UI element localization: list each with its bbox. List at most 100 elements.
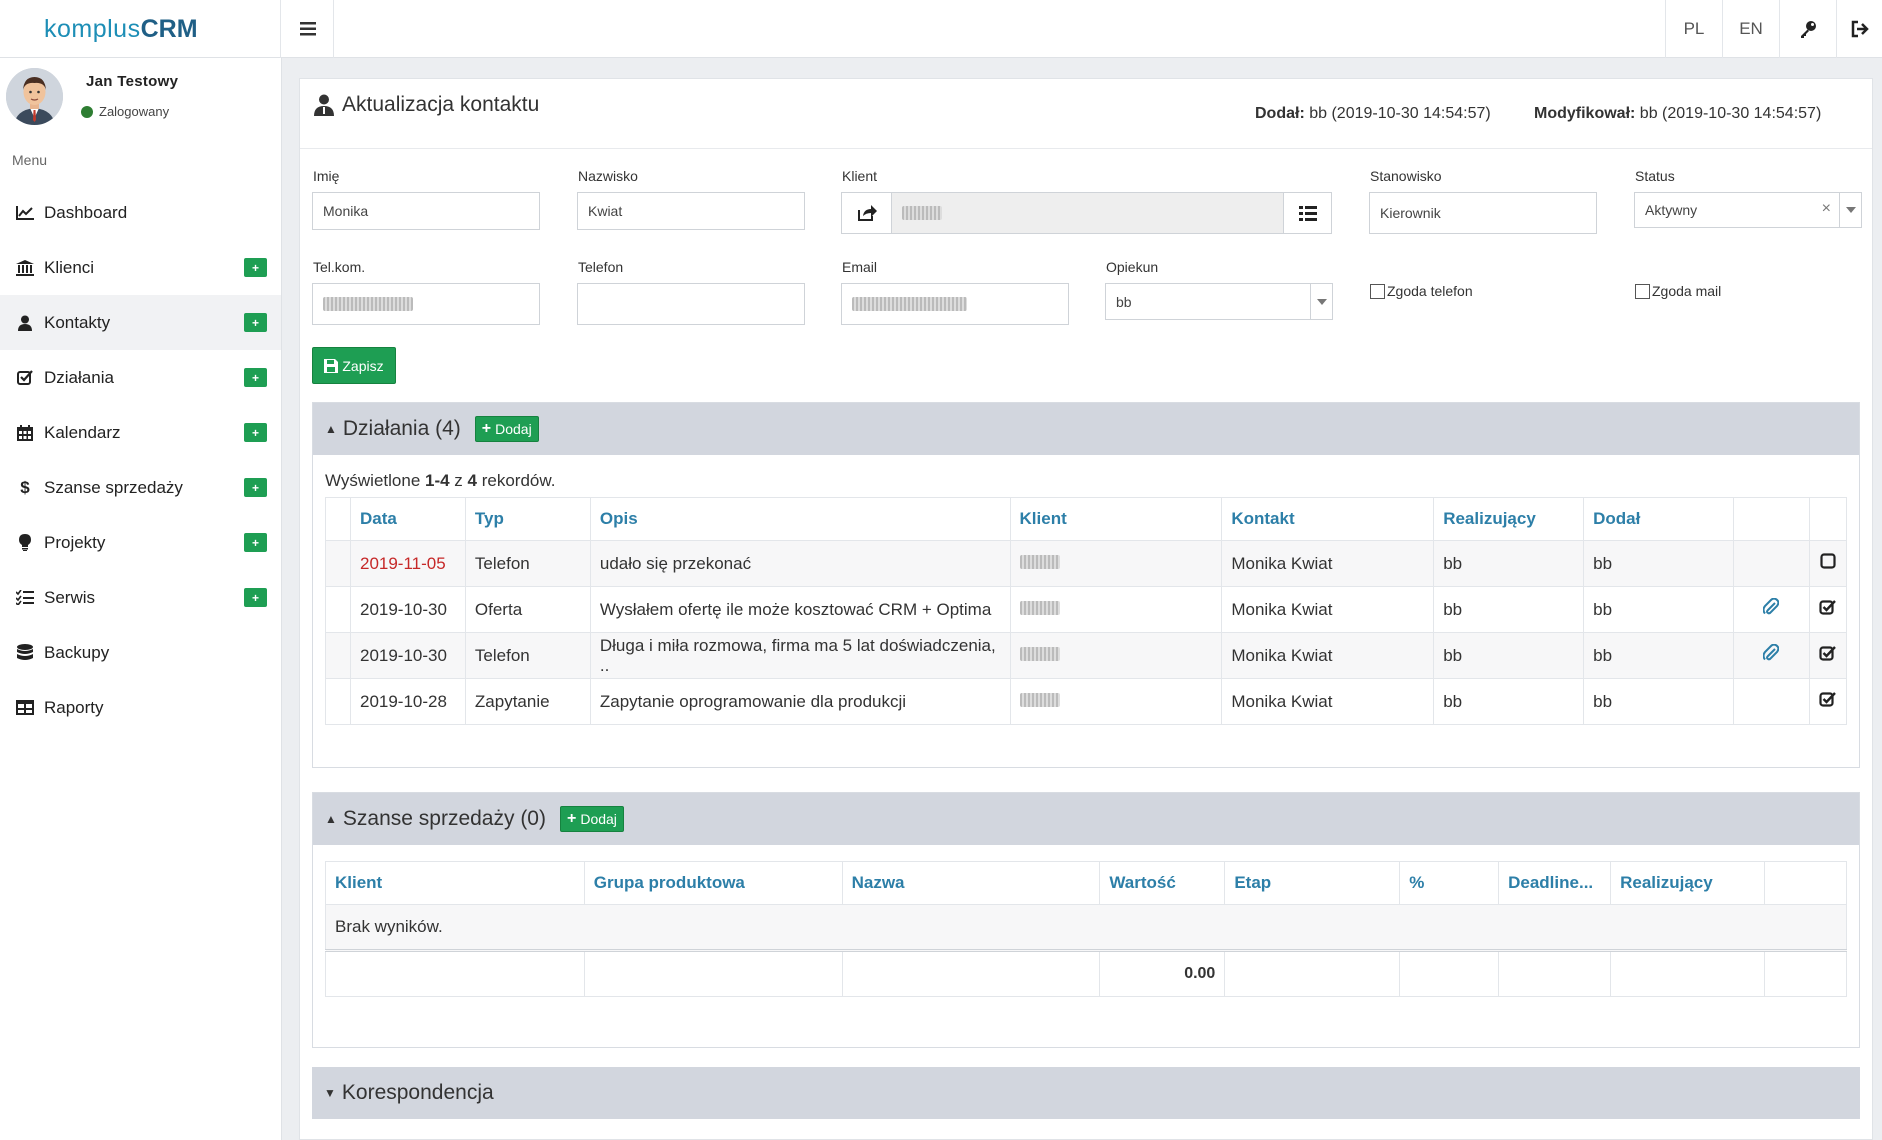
col-etap[interactable]: Etap (1224, 861, 1401, 905)
korespondencja-header[interactable]: ▼ Korespondencja (312, 1067, 1860, 1119)
add-dzialanie-button[interactable]: + Dodaj (474, 416, 539, 442)
add-kontakt-button[interactable]: + (244, 313, 267, 332)
total-value: 0.00 (1099, 950, 1226, 997)
logout-button[interactable] (1836, 0, 1882, 58)
plus-icon: + (481, 420, 492, 437)
add-klient-button[interactable]: + (244, 258, 267, 277)
col-klient[interactable]: Klient (325, 861, 585, 905)
add-serwis-button[interactable]: + (244, 588, 267, 607)
klient-field (891, 192, 1284, 234)
avatar (6, 68, 63, 125)
col-opis[interactable]: Opis (589, 497, 1011, 541)
add-szansa-button[interactable]: + (244, 478, 267, 497)
page-title: Aktualizacja kontaktu (314, 93, 539, 117)
sidebar-item-klienci[interactable]: Klienci + (0, 240, 281, 295)
dzialania-section: ▲ Działania (4) + Dodaj Wyświetlone 1-4 z… (312, 402, 1860, 768)
sidebar-item-backupy[interactable]: Backupy (0, 625, 281, 680)
sidebar-item-projekty[interactable]: Projekty + (0, 515, 281, 570)
col-procent[interactable]: % (1399, 861, 1500, 905)
open-klient-button[interactable] (841, 192, 892, 234)
sidebar-item-szanse[interactable]: $ Szanse sprzedaży + (0, 460, 281, 515)
logout-icon (1851, 20, 1869, 38)
zgoda-mail-checkbox[interactable]: Zgoda mail (1635, 283, 1721, 299)
page-header: Aktualizacja kontaktu Dodał: bb (2019-10… (300, 79, 1872, 149)
select-klient-button[interactable] (1283, 192, 1332, 234)
mark-done-checkbox[interactable] (1808, 678, 1848, 725)
change-password-button[interactable] (1779, 0, 1836, 58)
user-status: Zalogowany (81, 104, 169, 119)
col-realizujacy[interactable]: Realizujący (1433, 497, 1585, 541)
lang-pl-button[interactable]: PL (1665, 0, 1722, 58)
table-row[interactable]: 2019-10-30 Oferta Wysłałem ofertę ile mo… (325, 586, 1848, 633)
korespondencja-section: ▼ Korespondencja (312, 1067, 1860, 1121)
hamburger-icon (299, 22, 316, 36)
mark-done-checkbox[interactable] (1808, 632, 1848, 679)
klient-label: Klient (842, 168, 878, 184)
opiekun-select[interactable]: bb (1105, 283, 1333, 320)
key-icon (1801, 21, 1816, 38)
imie-label: Imię (313, 168, 340, 184)
paperclip-icon (1762, 643, 1780, 661)
attachment-button[interactable] (1733, 632, 1810, 679)
sidebar-item-dzialania[interactable]: Działania + (0, 350, 281, 405)
attachment-button[interactable] (1733, 586, 1810, 633)
main-panel: Aktualizacja kontaktu Dodał: bb (2019-10… (299, 78, 1873, 1140)
add-projekt-button[interactable]: + (244, 533, 267, 552)
stanowisko-label: Stanowisko (1370, 168, 1442, 184)
stanowisko-field[interactable]: Kierownik (1369, 192, 1597, 234)
clear-icon[interactable]: × (1822, 200, 1831, 218)
check-square-icon (1819, 600, 1837, 615)
table-row[interactable]: 2019-10-28 Zapytanie Zapytanie oprogramo… (325, 678, 1848, 725)
table-row[interactable]: 2019-11-05 Telefon udało się przekonać M… (325, 540, 1848, 587)
col-wartosc[interactable]: Wartość (1099, 861, 1226, 905)
sidebar-item-kontakty[interactable]: Kontakty + (0, 295, 281, 350)
app-logo[interactable]: komplus CRM (0, 0, 281, 58)
share-icon (857, 205, 877, 221)
nazwisko-label: Nazwisko (578, 168, 638, 184)
redacted-value (902, 206, 942, 220)
col-realizujacy[interactable]: Realizujący (1610, 861, 1766, 905)
add-dzialanie-button[interactable]: + (244, 368, 267, 387)
save-button[interactable]: Zapisz (312, 347, 396, 384)
szanse-section: ▲ Szanse sprzedaży (0) + Dodaj Klient Gru… (312, 792, 1860, 1048)
status-select[interactable]: Aktywny × (1634, 192, 1862, 228)
col-nazwa[interactable]: Nazwa (841, 861, 1101, 905)
dollar-icon: $ (20, 477, 30, 497)
menu-toggle-button[interactable] (282, 0, 334, 58)
lang-en-button[interactable]: EN (1722, 0, 1779, 58)
mark-done-checkbox[interactable] (1808, 586, 1848, 633)
chevron-down-icon[interactable] (1839, 193, 1861, 227)
sidebar-item-dashboard[interactable]: Dashboard (0, 185, 281, 240)
sidebar-item-kalendarz[interactable]: Kalendarz + (0, 405, 281, 460)
nazwisko-field[interactable]: Kwiat (577, 192, 805, 230)
sidebar-item-raporty[interactable]: Raporty (0, 680, 281, 735)
col-typ[interactable]: Typ (464, 497, 591, 541)
redacted-value (1019, 692, 1060, 707)
sidebar: Jan Testowy Zalogowany Menu Dashboard Kl… (0, 58, 282, 1140)
email-field[interactable] (841, 283, 1069, 325)
col-dodal[interactable]: Dodał (1583, 497, 1735, 541)
col-klient[interactable]: Klient (1009, 497, 1223, 541)
user-icon (14, 314, 36, 332)
zgoda-telefon-checkbox[interactable]: Zgoda telefon (1370, 283, 1473, 299)
contact-icon (314, 94, 334, 116)
calendar-icon (14, 424, 36, 442)
chevron-down-icon[interactable] (1310, 284, 1332, 319)
dzialania-header[interactable]: ▲ Działania (4) + Dodaj (313, 403, 1859, 455)
add-kalendarz-button[interactable]: + (244, 423, 267, 442)
col-data[interactable]: Data (349, 497, 466, 541)
col-kontakt[interactable]: Kontakt (1221, 497, 1435, 541)
table-row[interactable]: 2019-10-30 Telefon Długa i miła rozmowa,… (325, 632, 1848, 679)
col-deadline[interactable]: Deadline... (1498, 861, 1612, 905)
check-square-icon (1819, 692, 1837, 707)
col-grupa[interactable]: Grupa produktowa (583, 861, 843, 905)
imie-field[interactable]: Monika (312, 192, 540, 230)
user-name: Jan Testowy (86, 73, 179, 90)
telkom-field[interactable] (312, 283, 540, 325)
sidebar-item-serwis[interactable]: Serwis + (0, 570, 281, 625)
mark-done-checkbox[interactable] (1808, 540, 1848, 587)
add-szansa-button[interactable]: + Dodaj (559, 806, 624, 832)
lightbulb-icon (14, 534, 36, 552)
szanse-header[interactable]: ▲ Szanse sprzedaży (0) + Dodaj (313, 793, 1859, 845)
telefon-field[interactable] (577, 283, 805, 325)
